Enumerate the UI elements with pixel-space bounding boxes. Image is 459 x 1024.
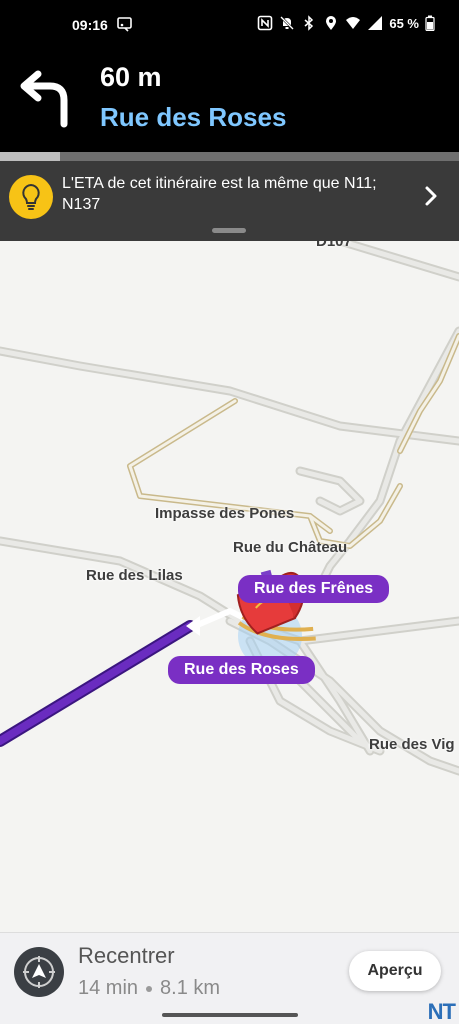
eta-time: 14 min bbox=[78, 977, 139, 999]
battery-percent: 65 % bbox=[389, 15, 419, 31]
eta-tip-text: L'ETA de cet itinéraire est la même que … bbox=[62, 175, 377, 213]
cast-icon bbox=[117, 17, 132, 32]
route-label-frenes[interactable]: Rue des Frênes bbox=[238, 575, 390, 603]
watermark-logo: NT bbox=[427, 999, 456, 1024]
eta-summary: 14 min 8.1 km bbox=[78, 977, 220, 1000]
navigation-screen: 09:16 65 % 60 m Rue des Roses L'ETA de c… bbox=[0, 0, 459, 1024]
route-progress-fill bbox=[0, 152, 60, 161]
route-line bbox=[0, 622, 194, 745]
recenter-button[interactable] bbox=[14, 947, 64, 997]
turn-distance: 60 m bbox=[100, 62, 162, 92]
bottom-bar: Recentrer 14 min 8.1 km Aperçu NT bbox=[0, 932, 459, 1024]
separator-dot bbox=[146, 985, 153, 992]
lightbulb-icon bbox=[9, 175, 53, 219]
status-time: 09:16 bbox=[72, 17, 108, 33]
map-view[interactable]: D107 Impasse des Pones Rue du Château Ru… bbox=[0, 241, 459, 932]
status-icons: 65 % bbox=[257, 15, 435, 31]
road-label-d107: D107 bbox=[316, 241, 352, 250]
road-network bbox=[0, 241, 459, 776]
mute-icon bbox=[280, 16, 295, 30]
route-progress-bar bbox=[0, 152, 459, 161]
compass-icon bbox=[23, 956, 55, 988]
next-street-name: Rue des Roses bbox=[100, 102, 287, 132]
signal-icon bbox=[368, 16, 383, 30]
eta-distance: 8.1 km bbox=[160, 977, 221, 999]
road-label-lilas: Rue des Lilas bbox=[86, 567, 183, 584]
navigation-header[interactable]: 60 m Rue des Roses bbox=[0, 52, 459, 152]
battery-icon bbox=[425, 15, 435, 31]
bluetooth-icon bbox=[304, 15, 314, 31]
road-label-impasse: Impasse des Pones bbox=[155, 505, 295, 522]
recenter-label[interactable]: Recentrer bbox=[78, 943, 175, 969]
eta-tip-banner[interactable]: L'ETA de cet itinéraire est la même que … bbox=[0, 161, 459, 241]
nfc-icon bbox=[258, 15, 273, 31]
road-label-vig: Rue des Vig bbox=[369, 736, 455, 753]
chevron-right-icon[interactable] bbox=[423, 185, 439, 207]
overview-button[interactable]: Aperçu bbox=[349, 951, 441, 991]
location-icon bbox=[326, 16, 337, 30]
wifi-icon bbox=[346, 17, 361, 29]
route-label-roses[interactable]: Rue des Roses bbox=[168, 656, 315, 684]
turn-left-icon bbox=[20, 70, 68, 128]
road-label-chateau: Rue du Château bbox=[233, 539, 348, 556]
drag-handle[interactable] bbox=[212, 228, 246, 233]
status-bar: 09:16 65 % bbox=[0, 0, 459, 52]
home-indicator[interactable] bbox=[162, 1013, 298, 1017]
